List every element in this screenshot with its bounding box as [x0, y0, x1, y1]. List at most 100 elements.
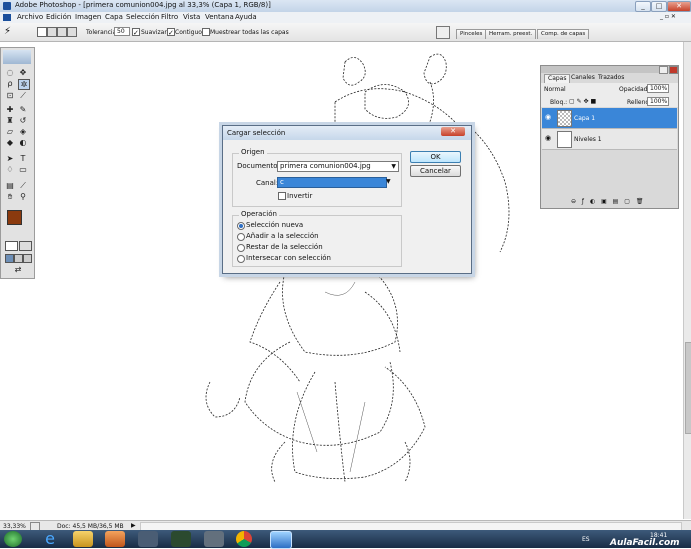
- chevron-down-icon[interactable]: ▼: [386, 178, 391, 185]
- layer-row-capa-1[interactable]: ◉ Capa 1: [542, 108, 677, 129]
- eyedropper-icon[interactable]: ⟋: [18, 181, 28, 190]
- windows-start-icon[interactable]: [4, 531, 22, 547]
- tab-capas[interactable]: Capas: [544, 74, 571, 83]
- photoshop-taskbar-icon[interactable]: [270, 531, 292, 549]
- menu-archivo[interactable]: Archivo: [17, 13, 43, 21]
- menu-seleccion[interactable]: Selección: [126, 13, 159, 21]
- shape-tool-icon[interactable]: ▭: [18, 165, 28, 174]
- type-tool-icon[interactable]: T: [18, 154, 28, 163]
- menu-imagen[interactable]: Imagen: [75, 13, 101, 21]
- eraser-tool-icon[interactable]: ▱: [5, 127, 15, 136]
- maximize-button[interactable]: □: [651, 1, 667, 12]
- invert-checkbox[interactable]: [278, 192, 286, 200]
- document-select[interactable]: primera comunion004.jpg ▼: [277, 161, 399, 172]
- menu-vista[interactable]: Vista: [183, 13, 200, 21]
- vertical-scrollbar[interactable]: [683, 42, 691, 519]
- layer-panel-footer-icons[interactable]: ⊖ ƒ ◐ ▣ ▤ ▢ 🗑︎: [571, 198, 645, 205]
- radio-anadir[interactable]: [237, 233, 245, 241]
- opacity-input[interactable]: 100%: [647, 84, 669, 93]
- foreground-color-swatch[interactable]: [7, 210, 22, 225]
- toolbox-header: [3, 50, 31, 64]
- menu-filtro[interactable]: Filtro: [161, 13, 178, 21]
- healing-tool-icon[interactable]: ✚: [5, 105, 15, 114]
- lasso-tool-icon[interactable]: ρ: [5, 79, 15, 88]
- crop-tool-icon[interactable]: ⊡: [5, 91, 15, 100]
- selection-mode-buttons[interactable]: [37, 27, 77, 37]
- menu-ayuda[interactable]: Ayuda: [235, 13, 257, 21]
- tab-pinceles[interactable]: Pinceles: [456, 29, 487, 39]
- dodge-tool-icon[interactable]: ◐: [18, 138, 28, 147]
- blend-mode-select[interactable]: Normal: [544, 86, 584, 93]
- watermark: AulaFacil.com: [610, 538, 680, 548]
- channel-label: Canal:: [256, 179, 279, 187]
- menu-ventana[interactable]: Ventana: [205, 13, 234, 21]
- ie-icon[interactable]: e: [40, 531, 60, 547]
- tab-herram-preest[interactable]: Herram. preest.: [485, 29, 537, 39]
- notes-tool-icon[interactable]: ▤: [5, 181, 15, 190]
- minimize-button[interactable]: _: [635, 1, 651, 12]
- layer-thumbnail: [557, 110, 572, 127]
- status-arrow-icon[interactable]: ▶: [131, 522, 136, 529]
- radio-intersecar[interactable]: [237, 255, 245, 263]
- magic-wand-icon[interactable]: ⚡︎: [4, 26, 24, 38]
- history-brush-icon[interactable]: ↺: [18, 116, 28, 125]
- move-tool-icon[interactable]: ✥: [18, 68, 28, 77]
- path-select-icon[interactable]: ➤: [5, 154, 15, 163]
- tab-trazados[interactable]: Trazados: [598, 74, 624, 82]
- tolerance-input[interactable]: 50: [114, 27, 130, 36]
- bucket-tool-icon[interactable]: ◈: [18, 127, 28, 136]
- magic-wand-tool-icon[interactable]: ✲: [18, 79, 30, 90]
- zoom-tool-icon[interactable]: ⚲: [18, 192, 28, 201]
- doc-window-controls[interactable]: _ ▫ ✕: [660, 13, 676, 20]
- tab-canales[interactable]: Canales: [571, 74, 595, 82]
- radio-restar[interactable]: [237, 244, 245, 252]
- media-icon[interactable]: [105, 531, 125, 547]
- folder-icon[interactable]: [73, 531, 93, 547]
- menu-edicion[interactable]: Edición: [46, 13, 71, 21]
- app-icon[interactable]: [204, 531, 224, 547]
- app-icon[interactable]: [138, 531, 158, 547]
- chevron-down-icon: ▼: [391, 163, 396, 170]
- hand-tool-icon[interactable]: ✋︎: [5, 192, 15, 201]
- lock-icons[interactable]: ▢ ✎ ✥ ■: [569, 98, 596, 105]
- blur-tool-icon[interactable]: ◆: [5, 138, 15, 147]
- doc-size: Doc: 45,5 MB/36,5 MB: [57, 523, 124, 530]
- radio-seleccion-nueva[interactable]: [237, 222, 245, 230]
- invert-label: Invertir: [287, 192, 313, 200]
- sample-all-checkbox[interactable]: [202, 28, 210, 36]
- opacity-label: Opacidad:: [619, 86, 650, 93]
- quick-mask-button[interactable]: [19, 241, 32, 251]
- layer-row-niveles-1[interactable]: ◉ Niveles 1: [542, 129, 677, 150]
- brush-tool-icon[interactable]: ✎: [18, 105, 28, 114]
- standard-mode-button[interactable]: [5, 241, 18, 251]
- close-button[interactable]: ✕: [667, 1, 691, 12]
- slice-tool-icon[interactable]: ⟋: [18, 91, 28, 100]
- dialog-title: Cargar selección: [227, 129, 286, 137]
- channel-select[interactable]: c: [277, 177, 387, 188]
- eye-icon[interactable]: ◉: [545, 135, 553, 142]
- palette-well-icon[interactable]: [436, 26, 450, 39]
- pen-tool-icon[interactable]: ♢: [5, 165, 15, 174]
- marquee-tool-icon[interactable]: ◌: [5, 68, 15, 77]
- eye-icon[interactable]: ◉: [545, 114, 553, 121]
- zoom-level[interactable]: 33,33%: [3, 523, 26, 530]
- ok-button[interactable]: OK: [410, 151, 461, 163]
- radio-label: Restar de la selección: [246, 243, 323, 251]
- fill-input[interactable]: 100%: [647, 97, 669, 106]
- radio-label: Selección nueva: [246, 221, 304, 229]
- tab-comp-de-capas[interactable]: Comp. de capas: [537, 29, 590, 39]
- jump-to-imageready-icon[interactable]: ⇄: [9, 265, 27, 274]
- smooth-checkbox[interactable]: ✓: [132, 28, 140, 37]
- menu-capa[interactable]: Capa: [105, 13, 123, 21]
- lock-label: Bloq.:: [550, 99, 568, 106]
- screen-mode-buttons[interactable]: [5, 254, 32, 263]
- layer-thumbnail: [557, 131, 572, 148]
- dialog-close-button[interactable]: ✕: [441, 127, 465, 136]
- app-icon[interactable]: [171, 531, 191, 547]
- contiguous-checkbox[interactable]: ✓: [167, 28, 175, 37]
- cancel-button[interactable]: Cancelar: [410, 165, 461, 177]
- photoshop-logo: [3, 14, 11, 21]
- stamp-tool-icon[interactable]: ♜: [5, 116, 15, 125]
- language-indicator[interactable]: ES: [582, 536, 590, 543]
- chrome-icon[interactable]: [236, 531, 252, 547]
